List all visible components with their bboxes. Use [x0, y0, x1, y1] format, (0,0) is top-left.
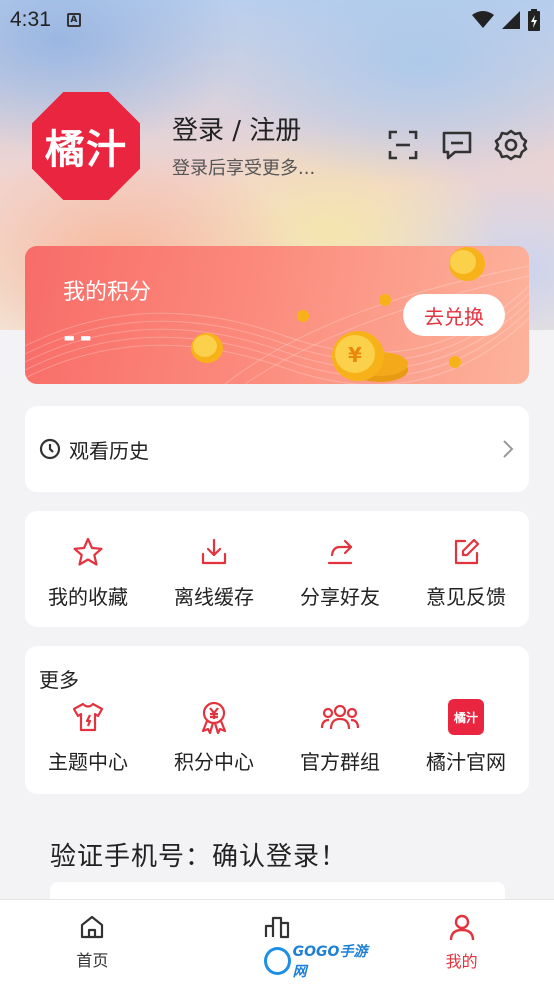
redeem-button[interactable]: 去兑换 — [403, 294, 505, 336]
tab-mine-label: 我的 — [445, 952, 478, 971]
verify-phone-prompt: 验证手机号：确认登录！ — [50, 842, 348, 872]
ranking-icon — [264, 916, 290, 939]
theme-center-button[interactable]: 主题中心 — [30, 700, 147, 775]
avatar[interactable]: 橘汁 — [32, 92, 140, 200]
tab-home-label: 首页 — [76, 951, 109, 970]
notification-badge: A — [66, 13, 81, 27]
official-groups-button[interactable]: 官方群组 — [282, 700, 399, 775]
tab-home[interactable]: 首页 — [22, 913, 162, 971]
more-section: 更多 主题中心 积分中心 官方群组 橘汁 橘汁官网 — [25, 646, 529, 794]
official-groups-label: 官方群组 — [300, 750, 380, 774]
settings-icon[interactable] — [494, 128, 528, 162]
theme-center-label: 主题中心 — [48, 750, 128, 774]
status-time: 4:31 — [10, 8, 51, 31]
share-friends-button[interactable]: 分享好友 — [282, 535, 399, 610]
message-icon[interactable] — [440, 128, 474, 162]
share-friends-label: 分享好友 — [300, 585, 380, 609]
feedback-button[interactable]: 意见反馈 — [408, 535, 525, 610]
cellular-icon — [502, 11, 520, 29]
tshirt-icon — [72, 702, 104, 732]
wifi-icon — [472, 11, 494, 28]
more-title: 更多 — [39, 668, 79, 692]
points-card: ¥ 我的积分 -- 去兑换 — [25, 246, 529, 384]
official-site-button[interactable]: 橘汁 橘汁官网 — [408, 699, 525, 775]
download-icon — [201, 538, 227, 565]
login-register-link[interactable]: 登录 / 注册 — [172, 110, 301, 147]
tab-mine[interactable]: 我的 — [392, 912, 532, 972]
brand-icon: 橘汁 — [448, 699, 484, 735]
watermark-logo: GOGO手游网 — [264, 944, 376, 980]
watermark-circle-icon — [264, 947, 291, 975]
favorites-button[interactable]: 我的收藏 — [30, 535, 147, 610]
edit-icon — [454, 538, 480, 565]
official-site-label: 橘汁官网 — [426, 750, 506, 774]
status-bar: 4:31 A — [0, 0, 554, 40]
feedback-label: 意见反馈 — [426, 585, 506, 609]
watermark-text: GOGO手游网 — [292, 944, 368, 980]
offline-cache-button[interactable]: 离线缓存 — [156, 535, 273, 610]
watch-history-label: 观看历史 — [69, 438, 149, 463]
points-value: -- — [63, 320, 96, 355]
group-icon — [320, 704, 360, 730]
svg-text:¥: ¥ — [348, 343, 362, 367]
watch-history-row[interactable]: 观看历史 — [25, 406, 529, 492]
points-title: 我的积分 — [63, 280, 152, 305]
header-actions — [386, 128, 528, 162]
quick-actions: 我的收藏 离线缓存 分享好友 意见反馈 — [25, 511, 529, 627]
share-icon — [327, 539, 353, 565]
points-center-label: 积分中心 — [174, 750, 254, 774]
chevron-right-icon — [503, 440, 514, 458]
battery-icon — [528, 9, 540, 31]
login-subtitle: 登录后享受更多... — [172, 158, 316, 179]
user-icon — [449, 914, 474, 941]
offline-cache-label: 离线缓存 — [174, 585, 254, 609]
medal-yen-icon — [201, 701, 227, 734]
scan-icon[interactable] — [386, 128, 420, 162]
clock-icon — [39, 438, 61, 460]
points-center-button[interactable]: 积分中心 — [156, 700, 273, 775]
star-icon — [73, 537, 103, 566]
home-icon — [81, 915, 104, 939]
favorites-label: 我的收藏 — [48, 585, 128, 609]
